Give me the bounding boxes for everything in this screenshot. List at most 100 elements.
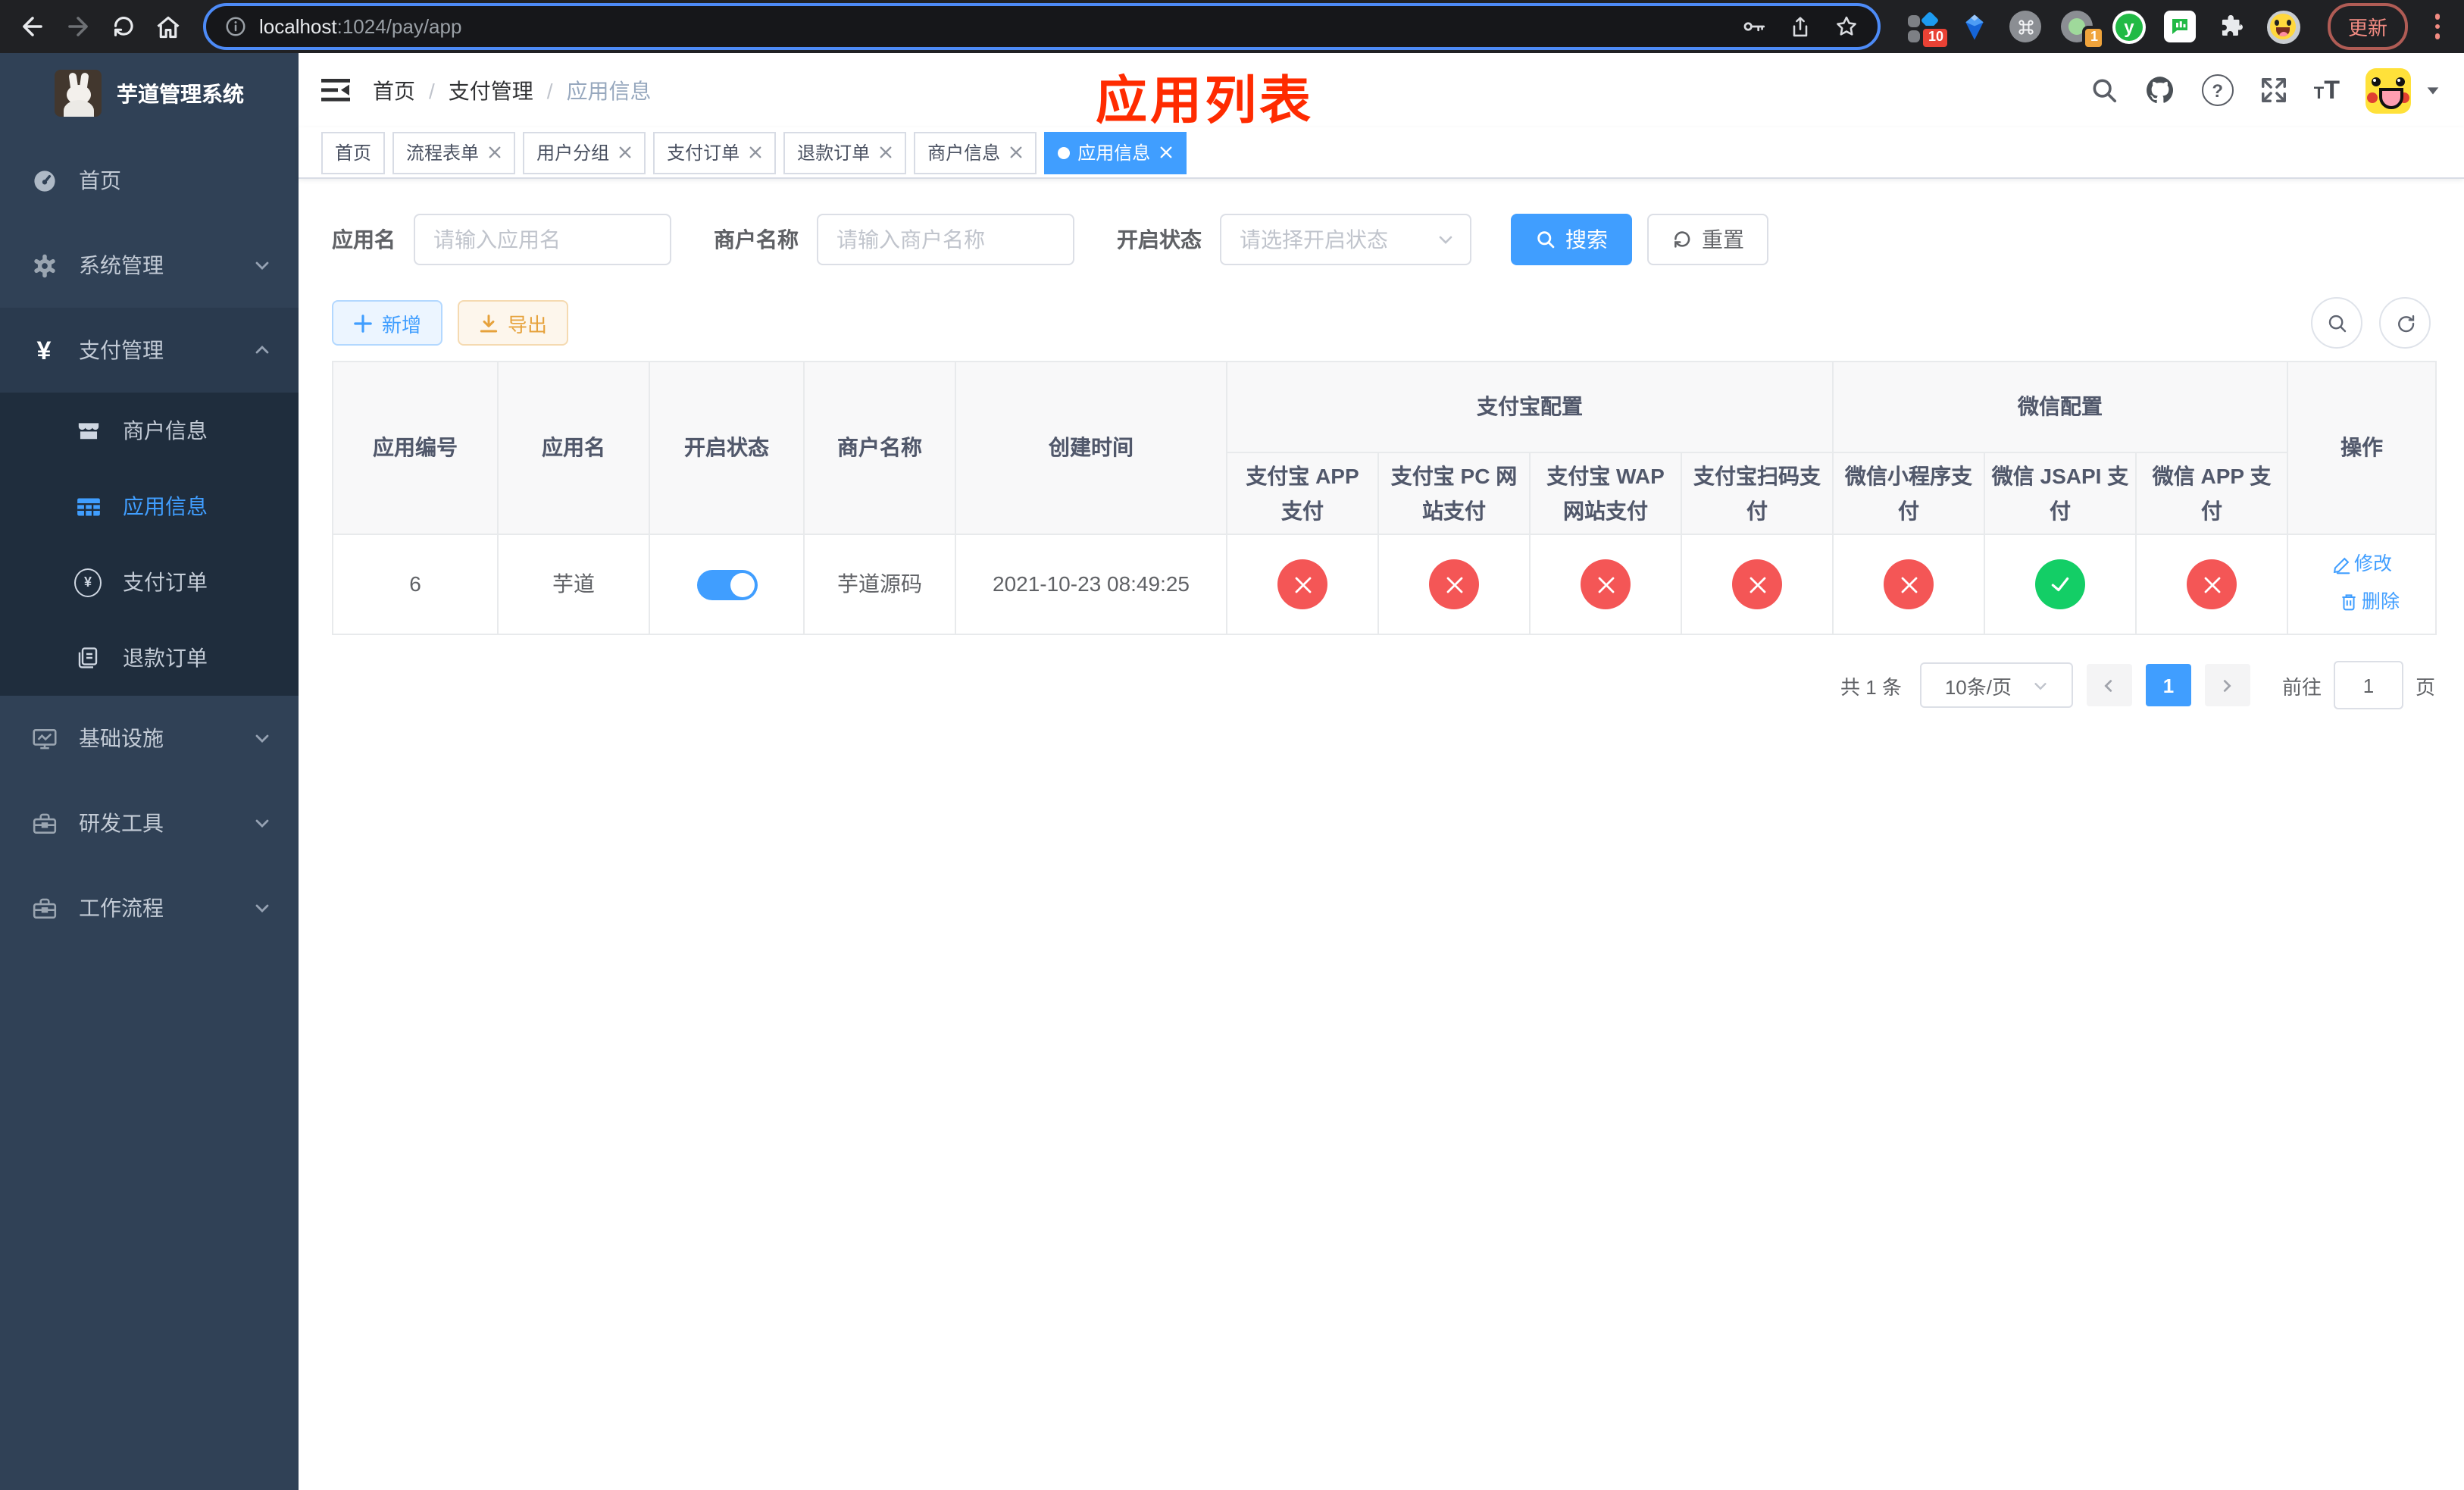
toolbox-icon [30,810,58,836]
forward-icon[interactable] [58,7,97,46]
channel-status-icon [2035,559,2085,609]
chevron-down-icon [253,256,271,274]
extension-yudao-icon[interactable]: y [2112,9,2147,44]
refresh-table-button[interactable] [2379,297,2431,349]
yen-icon: ¥ [36,336,52,365]
documents-icon [74,646,102,670]
status-select[interactable]: 请选择开启状态 [1220,214,1471,265]
col-sub-alipay-pc: 支付宝 PC 网站支付 [1377,452,1531,535]
breadcrumb-home[interactable]: 首页 [373,75,415,105]
close-icon[interactable] [1159,146,1173,159]
close-icon[interactable] [488,146,502,159]
sidebar-item-app-info[interactable]: 应用信息 [0,468,299,544]
tab-home[interactable]: 首页 [321,131,386,174]
close-icon[interactable] [879,146,893,159]
table-grid-icon [74,493,102,519]
channel-status-icon [1732,559,1782,609]
sidebar-item-infrastructure[interactable]: 基础设施 [0,696,299,781]
next-page-button[interactable] [2204,664,2250,706]
refresh-icon [1674,231,1690,248]
add-button[interactable]: 新增 [332,300,443,346]
user-avatar[interactable] [2366,67,2411,113]
bookmark-star-icon[interactable] [1834,14,1860,39]
extension-chat-icon[interactable] [2163,9,2198,44]
home-icon[interactable] [149,7,188,46]
export-button[interactable]: 导出 [458,300,569,346]
edit-link[interactable]: 修改 [2331,547,2392,582]
close-icon[interactable] [749,146,762,159]
pagination-total: 共 1 条 [1840,675,1902,698]
url-bar[interactable]: localhost:1024/pay/app [203,3,1881,50]
app-name-input[interactable] [414,214,671,265]
search-button[interactable]: 搜索 [1511,214,1632,265]
github-icon[interactable] [2144,74,2176,106]
chevron-down-icon [1439,236,1452,244]
close-icon[interactable] [1009,146,1023,159]
refresh-icon [2397,314,2414,332]
col-header-name: 应用名 [497,361,650,535]
app-name-label: 应用名 [332,227,396,252]
download-icon [480,314,498,332]
help-icon[interactable]: ? [2201,74,2234,106]
reload-icon[interactable] [103,7,142,46]
sidebar-item-workflow[interactable]: 工作流程 [0,866,299,950]
sidebar-item-label: 商户信息 [123,418,208,443]
tab-process-form[interactable]: 流程表单 [392,131,516,174]
app-logo: 芋道管理系统 [0,53,299,133]
channel-status-icon [1581,559,1631,609]
storefront-icon [74,418,102,443]
password-key-icon[interactable] [1742,14,1768,39]
sidebar-item-label: 退款订单 [123,646,208,670]
browser-update-button[interactable]: 更新 [2328,3,2407,50]
cell-id: 6 [332,534,499,635]
extension-icons: 10 1 y [1906,9,2301,50]
breadcrumb: 首页 / 支付管理 / 应用信息 [373,75,652,105]
profile-avatar[interactable] [2266,9,2301,44]
browser-menu-icon[interactable] [2422,14,2452,39]
extension-recorder-icon[interactable]: 1 [2060,9,2106,50]
sidebar-collapse-icon[interactable] [321,77,352,103]
merchant-name-input[interactable] [817,214,1074,265]
tab-app-info[interactable]: 应用信息 [1044,131,1187,174]
sidebar-item-merchant-info[interactable]: 商户信息 [0,393,299,468]
tab-refund-order[interactable]: 退款订单 [783,131,907,174]
sidebar-item-label: 系统管理 [79,253,164,277]
font-size-icon[interactable]: TT [2314,77,2340,103]
goto-page-input[interactable] [2333,661,2403,709]
share-icon[interactable] [1789,14,1813,39]
trash-icon [2341,594,2355,611]
url-text: localhost:1024/pay/app [259,15,462,38]
extension-gem-icon[interactable] [1957,9,1992,44]
extensions-puzzle-icon[interactable] [2215,9,2250,44]
status-toggle[interactable] [696,570,757,601]
page-size-select[interactable]: 10条/页 [1919,662,2073,708]
sidebar-item-label: 支付订单 [123,570,208,594]
delete-link[interactable]: 删除 [2339,584,2400,619]
site-info-icon[interactable] [224,15,247,38]
sidebar-item-pay-order[interactable]: ¥ 支付订单 [0,544,299,620]
back-icon[interactable] [12,7,52,46]
col-sub-alipay-app: 支付宝 APP 支付 [1226,452,1379,535]
breadcrumb-payment[interactable]: 支付管理 [449,75,533,105]
page-number-button[interactable]: 1 [2145,664,2191,706]
fullscreen-icon[interactable] [2259,76,2288,105]
sidebar-item-dev-tools[interactable]: 研发工具 [0,781,299,866]
tab-merchant-info[interactable]: 商户信息 [914,131,1037,174]
sidebar-item-system[interactable]: 系统管理 [0,223,299,308]
chevron-down-icon [253,814,271,832]
extension-grid-icon[interactable]: 10 [1906,9,1951,50]
sidebar-item-refund-order[interactable]: 退款订单 [0,620,299,696]
tab-user-group[interactable]: 用户分组 [523,131,646,174]
extension-command-icon[interactable] [2009,9,2043,44]
sidebar-item-payment[interactable]: ¥ 支付管理 [0,308,299,393]
avatar-caret-icon[interactable] [2425,82,2441,99]
sidebar-item-label: 支付管理 [79,338,164,362]
sidebar-item-label: 基础设施 [79,726,164,750]
close-icon[interactable] [618,146,632,159]
toggle-search-button[interactable] [2311,297,2362,349]
sidebar-item-home[interactable]: 首页 [0,138,299,223]
reset-button[interactable]: 重置 [1647,214,1768,265]
prev-page-button[interactable] [2086,664,2132,706]
tab-pay-order[interactable]: 支付订单 [653,131,777,174]
header-search-icon[interactable] [2090,76,2118,105]
